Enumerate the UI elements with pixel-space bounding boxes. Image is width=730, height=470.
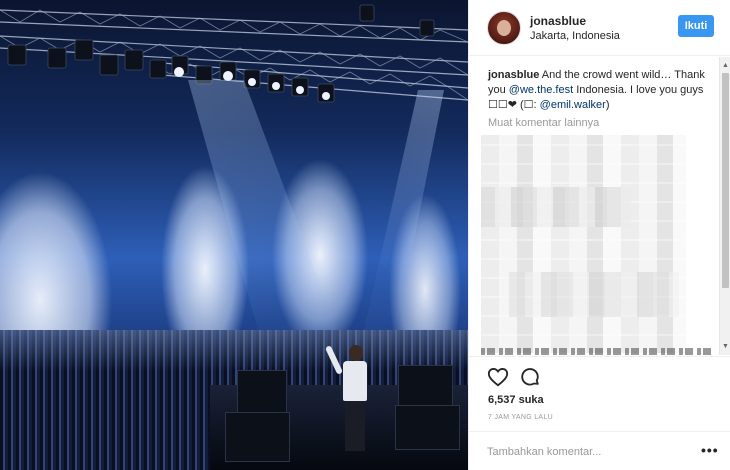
blurred-comments <box>481 187 631 227</box>
post-actions: 6,537 suka 7 JAM YANG LALU ••• <box>469 356 730 470</box>
speaker <box>225 412 290 462</box>
post-photo[interactable] <box>0 0 468 470</box>
comment-bubble-icon[interactable] <box>519 366 541 388</box>
post-timestamp: 7 JAM YANG LALU <box>488 414 553 421</box>
comments-list: jonasblue And the crowd went wild… Thank… <box>469 57 719 355</box>
username-link[interactable]: jonasblue <box>530 14 586 28</box>
post-caption: jonasblue And the crowd went wild… Thank… <box>488 68 713 113</box>
speaker <box>398 365 453 407</box>
speaker <box>395 405 460 450</box>
scroll-up-arrow-icon[interactable]: ▲ <box>720 60 730 71</box>
scrollbar-thumb[interactable] <box>722 73 729 288</box>
location-link[interactable]: Jakarta, Indonesia <box>530 30 620 42</box>
blurred-comments <box>509 272 679 317</box>
light-beam <box>359 90 444 350</box>
heart-outline-icon[interactable] <box>487 366 509 388</box>
avatar[interactable] <box>487 11 521 45</box>
post-sidebar: jonasblue Jakarta, Indonesia Ikuti jonas… <box>468 0 730 470</box>
scroll-down-arrow-icon[interactable]: ▼ <box>720 341 730 352</box>
follow-button[interactable]: Ikuti <box>678 15 714 37</box>
likes-count[interactable]: 6,537 suka <box>488 394 544 406</box>
add-comment-bar: ••• <box>469 431 730 470</box>
caption-emoji: ☐☐❤ <box>488 99 517 111</box>
blurred-comments <box>481 135 686 353</box>
caption-text: (☐: <box>516 99 540 111</box>
mention-link[interactable]: @emil.walker <box>540 99 606 111</box>
speaker <box>237 370 287 415</box>
add-comment-input[interactable] <box>487 444 687 460</box>
mention-link[interactable]: @we.the.fest <box>509 84 573 96</box>
post-header: jonasblue Jakarta, Indonesia Ikuti <box>469 0 730 56</box>
performer <box>324 345 375 455</box>
load-more-comments-link[interactable]: Muat komentar lainnya <box>488 117 599 129</box>
caption-text: ) <box>605 99 610 111</box>
caption-username[interactable]: jonasblue <box>488 69 539 81</box>
comments-scrollbar[interactable]: ▲ ▼ <box>719 57 730 355</box>
more-options-icon[interactable]: ••• <box>701 442 719 458</box>
clipped-comment-text <box>481 348 711 355</box>
caption-text: Indonesia. I love you guys <box>573 84 704 96</box>
